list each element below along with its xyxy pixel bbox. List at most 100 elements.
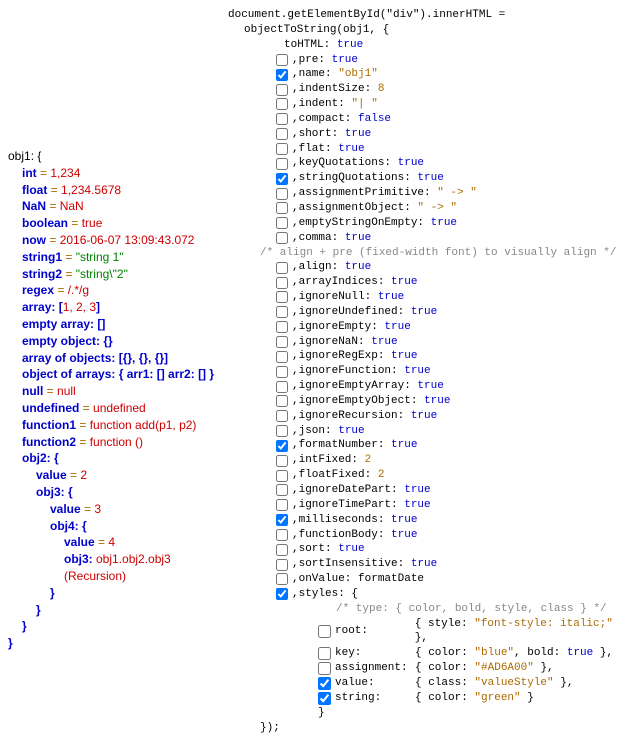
option-checkbox[interactable] [276, 128, 288, 140]
style-checkbox[interactable] [318, 677, 331, 690]
option-checkbox[interactable] [276, 336, 288, 348]
style-body: { color: "green" } [415, 691, 534, 706]
option-checkbox[interactable] [276, 69, 288, 81]
close-brace: } [8, 602, 218, 619]
style-row: key:{ color: "blue", bold: true }, [318, 646, 632, 661]
prop-nan: NaN = NaN [8, 198, 218, 215]
option-line: ,ignoreRecursion: true [228, 409, 632, 424]
option-checkbox[interactable] [276, 306, 288, 318]
option-checkbox[interactable] [276, 440, 288, 452]
option-checkbox[interactable] [276, 321, 288, 333]
style-body: { class: "valueStyle" }, [415, 676, 573, 691]
option-checkbox[interactable] [276, 410, 288, 422]
option-checkbox[interactable] [276, 455, 288, 467]
option-checkbox[interactable] [276, 499, 288, 511]
style-checkbox[interactable] [318, 662, 331, 675]
option-checkbox[interactable] [276, 544, 288, 556]
option-checkbox[interactable] [276, 84, 288, 96]
option-line: ,onValue: formatDate [228, 572, 632, 587]
option-line: ,ignoreNull: true [228, 290, 632, 305]
option-checkbox[interactable] [276, 232, 288, 244]
option-text: ,flat: true [292, 142, 365, 157]
option-checkbox[interactable] [276, 262, 288, 274]
option-text: ,ignoreTimePart: true [292, 498, 431, 513]
prop-now: now = 2016-06-07 13:09:43.072 [8, 232, 218, 249]
option-checkbox[interactable] [276, 188, 288, 200]
style-label: assignment: [335, 661, 411, 676]
style-checkbox[interactable] [318, 625, 331, 638]
option-text: ,keyQuotations: true [292, 156, 424, 171]
option-line: ,compact: false [228, 112, 632, 127]
style-label: value: [335, 676, 411, 691]
root-brace: obj1: { [8, 148, 218, 165]
option-text: ,indent: "| " [292, 97, 378, 112]
option-checkbox[interactable] [276, 529, 288, 541]
option-text: ,stringQuotations: true [292, 171, 444, 186]
option-text: ,align: true [292, 260, 371, 275]
option-text: ,ignoreEmptyArray: true [292, 379, 444, 394]
option-text: ,milliseconds: true [292, 513, 417, 528]
option-text: ,intFixed: 2 [292, 453, 371, 468]
option-line: ,align: true [228, 260, 632, 275]
style-checkbox[interactable] [318, 692, 331, 705]
prop-boolean: boolean = true [8, 215, 218, 232]
option-line: ,pre: true [228, 53, 632, 68]
option-checkbox[interactable] [276, 173, 288, 185]
option-line: ,stringQuotations: true [228, 171, 632, 186]
option-checkbox[interactable] [276, 559, 288, 571]
option-checkbox[interactable] [276, 98, 288, 110]
option-checkbox[interactable] [276, 395, 288, 407]
style-checkbox[interactable] [318, 647, 331, 660]
option-checkbox[interactable] [276, 514, 288, 526]
option-checkbox[interactable] [276, 366, 288, 378]
prop-function2: function2 = function () [8, 434, 218, 451]
option-line: ,ignoreUndefined: true [228, 305, 632, 320]
prop-array: array: [1, 2, 3] [8, 299, 218, 316]
prop-empty-object: empty object: {} [8, 333, 218, 350]
close-brace: } [8, 585, 218, 602]
option-line: ,comma: true [228, 231, 632, 246]
option-text: ,pre: true [292, 53, 358, 68]
option-line: ,intFixed: 2 [228, 453, 632, 468]
option-line: ,short: true [228, 127, 632, 142]
option-checkbox[interactable] [276, 217, 288, 229]
option-text: ,short: true [292, 127, 371, 142]
option-checkbox[interactable] [276, 470, 288, 482]
option-line: ,sortInsensitive: true [228, 557, 632, 572]
option-checkbox[interactable] [276, 588, 288, 600]
obj3-value: value = 3 [8, 501, 218, 518]
option-text: ,ignoreNaN: true [292, 335, 398, 350]
option-text: ,styles: { [292, 587, 358, 602]
option-checkbox[interactable] [276, 291, 288, 303]
option-checkbox[interactable] [276, 54, 288, 66]
option-line: ,floatFixed: 2 [228, 468, 632, 483]
option-checkbox[interactable] [276, 277, 288, 289]
option-checkbox[interactable] [276, 425, 288, 437]
option-line: ,ignoreDatePart: true [228, 483, 632, 498]
option-text: ,sortInsensitive: true [292, 557, 437, 572]
option-text: ,onValue: formatDate [292, 572, 424, 587]
tohtml-line: toHTML: true [228, 38, 632, 53]
style-body: { style: "font-style: italic;" }, [415, 617, 632, 647]
option-checkbox[interactable] [276, 351, 288, 363]
option-checkbox[interactable] [276, 158, 288, 170]
style-row: value: { class: "valueStyle" }, [318, 676, 632, 691]
final-close: }); [228, 721, 632, 736]
option-text: ,assignmentPrimitive: " -> " [292, 186, 477, 201]
prop-array-objects: array of objects: [{}, {}, {}] [8, 350, 218, 367]
option-checkbox[interactable] [276, 113, 288, 125]
option-line: ,indentSize: 8 [228, 82, 632, 97]
prop-regex: regex = /.*/g [8, 282, 218, 299]
prop-int: int = 1,234 [8, 165, 218, 182]
option-checkbox[interactable] [276, 381, 288, 393]
option-text: ,formatNumber: true [292, 438, 417, 453]
option-line: ,ignoreEmptyArray: true [228, 379, 632, 394]
prop-string2: string2 = "string\"2" [8, 266, 218, 283]
option-text: ,floatFixed: 2 [292, 468, 384, 483]
option-text: ,emptyStringOnEmpty: true [292, 216, 457, 231]
option-checkbox[interactable] [276, 573, 288, 585]
option-checkbox[interactable] [276, 143, 288, 155]
option-checkbox[interactable] [276, 484, 288, 496]
obj2-value: value = 2 [8, 467, 218, 484]
option-checkbox[interactable] [276, 202, 288, 214]
